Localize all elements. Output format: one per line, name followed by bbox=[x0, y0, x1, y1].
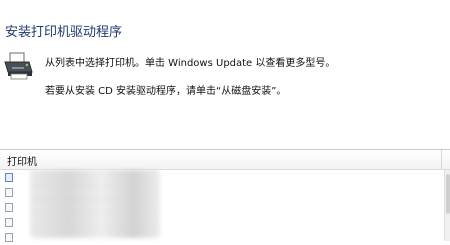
printer-model-icon bbox=[5, 188, 13, 197]
printer-model-icon bbox=[5, 233, 13, 242]
instruction-install-from-disk: 若要从安装 CD 安装驱动程序，请单击“从磁盘安装”。 bbox=[45, 86, 287, 97]
printer-list[interactable]: 打印机 bbox=[0, 149, 450, 242]
column-header[interactable]: 打印机 bbox=[0, 150, 450, 170]
printer-icon bbox=[2, 50, 34, 82]
redacted-printer-names bbox=[30, 170, 160, 238]
dialog-header: 安装打印机驱动程序 从列表中选择打印机。单击 Windows Update 以查… bbox=[0, 0, 450, 140]
dialog-title: 安装打印机驱动程序 bbox=[5, 25, 123, 40]
vertical-scrollbar[interactable] bbox=[444, 170, 450, 241]
scrollbar-thumb[interactable] bbox=[446, 174, 450, 214]
printer-model-icon bbox=[5, 173, 13, 182]
instruction-select-printer: 从列表中选择打印机。单击 Windows Update 以查看更多型号。 bbox=[45, 58, 336, 69]
column-divider[interactable] bbox=[441, 150, 442, 169]
printer-model-icon bbox=[5, 218, 13, 227]
printer-model-icon bbox=[5, 203, 13, 212]
column-header-label: 打印机 bbox=[7, 157, 37, 168]
